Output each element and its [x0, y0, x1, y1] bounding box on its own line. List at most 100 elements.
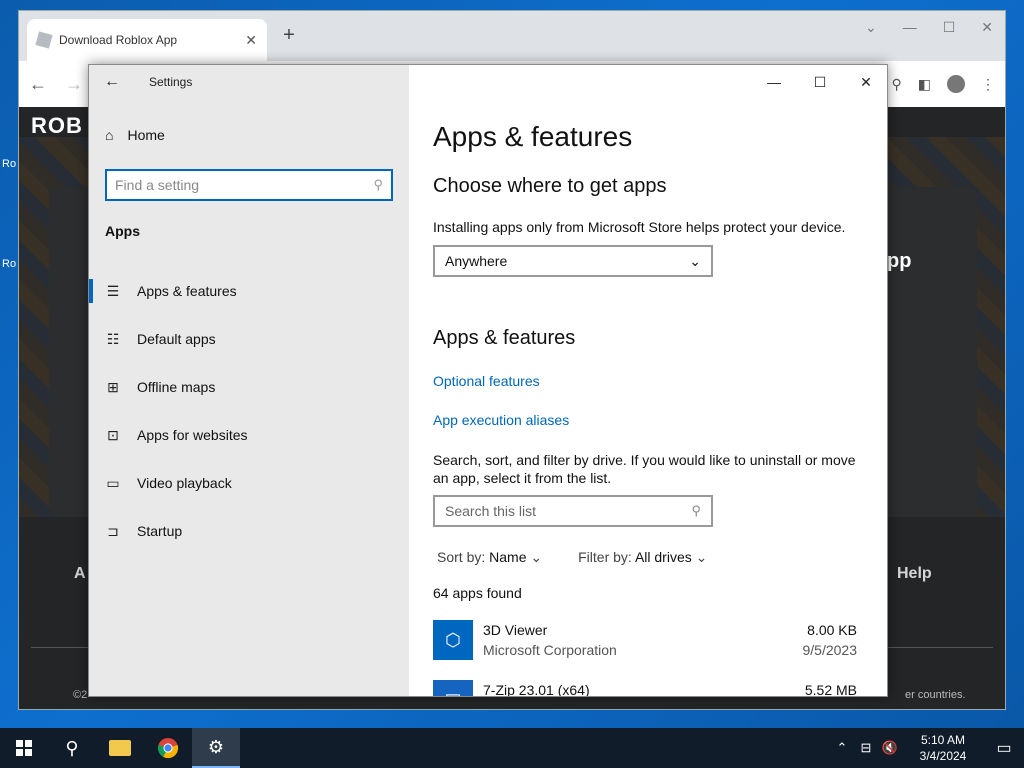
- app-source-dropdown[interactable]: Anywhere ⌄: [433, 245, 713, 277]
- video-icon: ▭: [106, 474, 120, 491]
- tab-search-icon[interactable]: ⌄: [865, 19, 877, 36]
- app-date: 9/5/2023: [802, 642, 858, 658]
- roblox-favicon-icon: [35, 31, 53, 49]
- windows-logo-icon: [16, 740, 32, 756]
- app-list-item[interactable]: ▣ 7-Zip 23.01 (x64) 5.52 MB: [433, 680, 857, 697]
- window-controls: — ☐ ✕: [751, 65, 887, 99]
- sidebar-item-video-playback[interactable]: ▭ Video playback: [89, 459, 409, 507]
- find-setting-input[interactable]: [115, 177, 374, 193]
- apps-count: 64 apps found: [433, 585, 522, 601]
- sidebar-item-offline-maps[interactable]: ⊞ Offline maps: [89, 363, 409, 411]
- app-list-item[interactable]: ⬡ 3D Viewer Microsoft Corporation 8.00 K…: [433, 620, 857, 670]
- search-icon[interactable]: ⚲: [691, 503, 701, 519]
- app-name: 3D Viewer: [483, 622, 548, 638]
- maximize-icon[interactable]: ☐: [943, 19, 956, 36]
- home-label: Home: [127, 127, 165, 143]
- app-execution-aliases-link[interactable]: App execution aliases: [433, 412, 569, 428]
- footer-link-fragment[interactable]: A: [74, 565, 86, 583]
- sort-value: Name: [489, 549, 527, 565]
- menu-kebab-icon[interactable]: ⋮: [981, 76, 995, 93]
- forward-arrow-icon[interactable]: →: [65, 74, 83, 95]
- close-tab-icon[interactable]: ✕: [245, 32, 257, 49]
- volume-muted-icon[interactable]: 🔇: [878, 740, 902, 756]
- chrome-taskbar-button[interactable]: [144, 728, 192, 768]
- close-icon[interactable]: ✕: [843, 65, 887, 99]
- filter-description: Search, sort, and filter by drive. If yo…: [433, 452, 856, 486]
- folder-icon: [109, 740, 131, 756]
- clock[interactable]: 5:10 AM 3/4/2024: [902, 732, 984, 764]
- side-panel-icon[interactable]: ◧: [918, 76, 931, 93]
- browser-tab[interactable]: Download Roblox App ✕: [27, 19, 267, 61]
- clock-date: 3/4/2024: [919, 749, 967, 763]
- 3d-viewer-icon: ⬡: [433, 620, 473, 660]
- minimize-icon[interactable]: —: [903, 19, 917, 36]
- app-size: 8.00 KB: [807, 622, 857, 638]
- mouse-cursor: [684, 544, 691, 556]
- search-icon: ⚲: [65, 737, 79, 758]
- back-arrow-icon[interactable]: ←: [89, 73, 135, 91]
- browser-toolbar-right: ⚲ ◧ ⋮: [892, 61, 995, 107]
- sidebar-item-label: Apps & features: [137, 283, 237, 299]
- search-list-box[interactable]: ⚲: [433, 495, 713, 527]
- apps-features-heading: Apps & features: [433, 327, 576, 349]
- web-link-icon: ⊡: [107, 426, 119, 443]
- apps-list-icon: ☰: [106, 282, 120, 299]
- search-list-input[interactable]: [445, 503, 692, 519]
- sidebar-item-apps-features[interactable]: ☰ Apps & features: [89, 267, 409, 315]
- profile-avatar-icon[interactable]: [947, 75, 965, 93]
- 7zip-icon: ▣: [433, 680, 473, 696]
- window-title: Settings: [149, 75, 193, 89]
- footer-help-link[interactable]: Help: [897, 565, 932, 583]
- sidebar-item-label: Default apps: [137, 331, 216, 347]
- map-icon: ⊞: [107, 378, 119, 395]
- system-tray: ⌃ ⊟ 🔇 5:10 AM 3/4/2024 ▭: [830, 728, 1024, 768]
- sidebar-item-label: Startup: [137, 523, 183, 539]
- section-title: Apps: [105, 223, 140, 239]
- clock-time: 5:10 AM: [920, 733, 966, 747]
- settings-taskbar-button[interactable]: ⚙: [192, 728, 240, 768]
- chevron-up-icon[interactable]: ⌃: [830, 740, 854, 756]
- app-publisher: Microsoft Corporation: [483, 642, 617, 658]
- choose-apps-description: Installing apps only from Microsoft Stor…: [433, 219, 846, 235]
- sort-by-dropdown[interactable]: Sort by: Name ⌄: [437, 549, 542, 566]
- chrome-icon: [157, 738, 179, 759]
- new-tab-button[interactable]: +: [277, 24, 301, 47]
- start-button[interactable]: [0, 728, 48, 768]
- settings-sidebar: ← Settings ⌂ Home ⚲ Apps ☰ Apps & featur…: [89, 65, 409, 696]
- copyright-fragment: ©2: [73, 689, 88, 701]
- browser-window-controls: ⌄ — ☐ ✕: [865, 19, 993, 36]
- close-icon[interactable]: ✕: [981, 19, 993, 36]
- taskbar-search-button[interactable]: ⚲: [48, 728, 96, 768]
- settings-window: ← Settings ⌂ Home ⚲ Apps ☰ Apps & featur…: [88, 64, 888, 697]
- app-name: 7-Zip 23.01 (x64): [483, 682, 590, 697]
- file-explorer-button[interactable]: [96, 728, 144, 768]
- home-icon: ⌂: [105, 127, 114, 143]
- default-apps-icon: ☷: [106, 330, 120, 347]
- dropdown-selected-value: Anywhere: [445, 253, 508, 269]
- sidebar-item-apps-websites[interactable]: ⊡ Apps for websites: [89, 411, 409, 459]
- app-size: 5.52 MB: [804, 682, 857, 697]
- chevron-down-icon: ⌄: [530, 549, 543, 565]
- optional-features-link[interactable]: Optional features: [433, 373, 540, 389]
- chevron-down-icon: ⌄: [695, 549, 708, 565]
- notification-icon[interactable]: ▭: [984, 738, 1024, 758]
- search-icon[interactable]: ⚲: [373, 177, 383, 193]
- roblox-logo[interactable]: ROB: [31, 113, 83, 139]
- home-nav-item[interactable]: ⌂ Home: [105, 127, 165, 143]
- find-setting-search[interactable]: ⚲: [105, 169, 393, 201]
- minimize-icon[interactable]: —: [751, 65, 797, 99]
- sidebar-item-startup[interactable]: ⊐ Startup: [89, 507, 409, 555]
- taskbar: ⚲ ⚙ ⌃ ⊟ 🔇 5:10 AM 3/4/2024 ▭: [0, 728, 1024, 768]
- back-arrow-icon[interactable]: ←: [29, 74, 47, 95]
- settings-titlebar: ← Settings: [89, 65, 192, 99]
- gear-icon: ⚙: [207, 736, 225, 757]
- desktop-icon-label[interactable]: Ro: [2, 258, 16, 270]
- desktop-icon-label[interactable]: Ro: [2, 158, 16, 170]
- extension-icon[interactable]: ⚲: [892, 76, 902, 93]
- browser-tab-strip: Download Roblox App ✕ + ⌄ — ☐ ✕: [19, 11, 1005, 61]
- sidebar-nav: ☰ Apps & features ☷ Default apps ⊞ Offli…: [89, 267, 409, 555]
- network-icon[interactable]: ⊟: [854, 740, 878, 756]
- maximize-icon[interactable]: ☐: [797, 65, 843, 99]
- sidebar-item-default-apps[interactable]: ☷ Default apps: [89, 315, 409, 363]
- page-title: Apps & features: [433, 121, 633, 152]
